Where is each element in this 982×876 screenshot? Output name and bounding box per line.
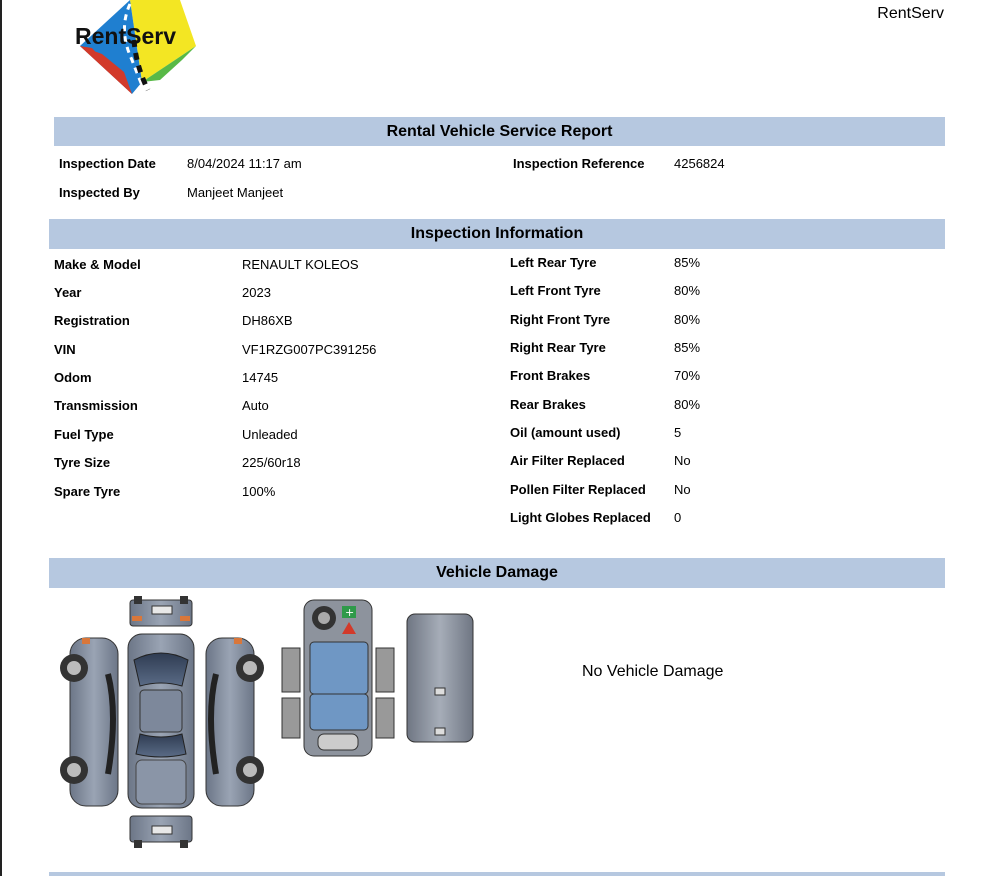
- field-label: Transmission: [54, 398, 138, 413]
- field-value: DH86XB: [242, 313, 293, 328]
- inspection-date-label: Inspection Date: [59, 156, 156, 171]
- page-left-border: [0, 0, 2, 876]
- field-label: Air Filter Replaced: [510, 453, 625, 468]
- car-right-side-view: [205, 637, 264, 807]
- field-value: 70%: [674, 368, 701, 383]
- field-label: Fuel Type: [54, 427, 114, 442]
- field-value: 85%: [674, 340, 701, 355]
- field-label: Rear Brakes: [510, 397, 586, 412]
- field-label: Make & Model: [54, 257, 141, 272]
- field-label: Registration: [54, 313, 130, 328]
- field-label: Tyre Size: [54, 455, 111, 470]
- field-value: 14745: [242, 370, 279, 385]
- damage-status: No Vehicle Damage: [582, 663, 724, 680]
- field-label: Pollen Filter Replaced: [510, 482, 646, 497]
- field-label: Spare Tyre: [54, 484, 121, 499]
- field-value: No: [674, 482, 691, 497]
- field-value: VF1RZG007PC391256: [242, 342, 377, 357]
- vehicle-boot-diagram: [406, 613, 474, 743]
- field-label: Light Globes Replaced: [510, 510, 651, 525]
- inspected-by-value: Manjeet Manjeet: [187, 185, 284, 200]
- field-value: Auto: [242, 398, 269, 413]
- car-left-side-view: [60, 637, 119, 807]
- field-value: No: [674, 453, 691, 468]
- field-value: 0: [674, 510, 682, 525]
- field-value: 80%: [674, 283, 701, 298]
- field-label: VIN: [54, 342, 76, 357]
- inspection-information-header: Inspection Information: [49, 219, 945, 249]
- vehicle-damage-header: Vehicle Damage: [49, 558, 945, 588]
- rentserv-logo: RentServ: [75, 0, 196, 94]
- svg-text:+: +: [345, 606, 354, 619]
- car-front-view: [129, 815, 193, 848]
- inspection-reference-label: Inspection Reference: [513, 156, 645, 171]
- inspection-reference-value: 4256824: [674, 156, 725, 171]
- logo-wordmark: RentServ: [75, 23, 176, 49]
- field-value: 5: [674, 425, 682, 440]
- report-title: Rental Vehicle Service Report: [54, 117, 945, 146]
- next-section-band: [49, 872, 945, 876]
- vehicle-interior-diagram: +: [281, 599, 395, 757]
- field-label: Oil (amount used): [510, 425, 621, 440]
- field-value: 225/60r18: [242, 455, 301, 470]
- field-label: Odom: [54, 370, 92, 385]
- field-value: 2023: [242, 285, 271, 300]
- field-label: Right Rear Tyre: [510, 340, 606, 355]
- field-value: Unleaded: [242, 427, 298, 442]
- inspection-date-value: 8/04/2024 11:17 am: [187, 156, 302, 171]
- inspected-by-label: Inspected By: [59, 185, 140, 200]
- field-value: RENAULT KOLEOS: [242, 257, 359, 272]
- field-label: Left Front Tyre: [510, 283, 601, 298]
- field-value: 80%: [674, 312, 701, 327]
- field-value: 85%: [674, 255, 701, 270]
- vehicle-exterior-diagram: [60, 596, 264, 848]
- field-label: Front Brakes: [510, 368, 591, 383]
- car-rear-view: [129, 596, 193, 627]
- field-value: 80%: [674, 397, 701, 412]
- field-label: Left Rear Tyre: [510, 255, 597, 270]
- field-label: Year: [54, 285, 82, 300]
- car-top-view: [127, 633, 195, 809]
- brand-name: RentServ: [877, 5, 944, 22]
- field-label: Right Front Tyre: [510, 312, 611, 327]
- field-value: 100%: [242, 484, 276, 499]
